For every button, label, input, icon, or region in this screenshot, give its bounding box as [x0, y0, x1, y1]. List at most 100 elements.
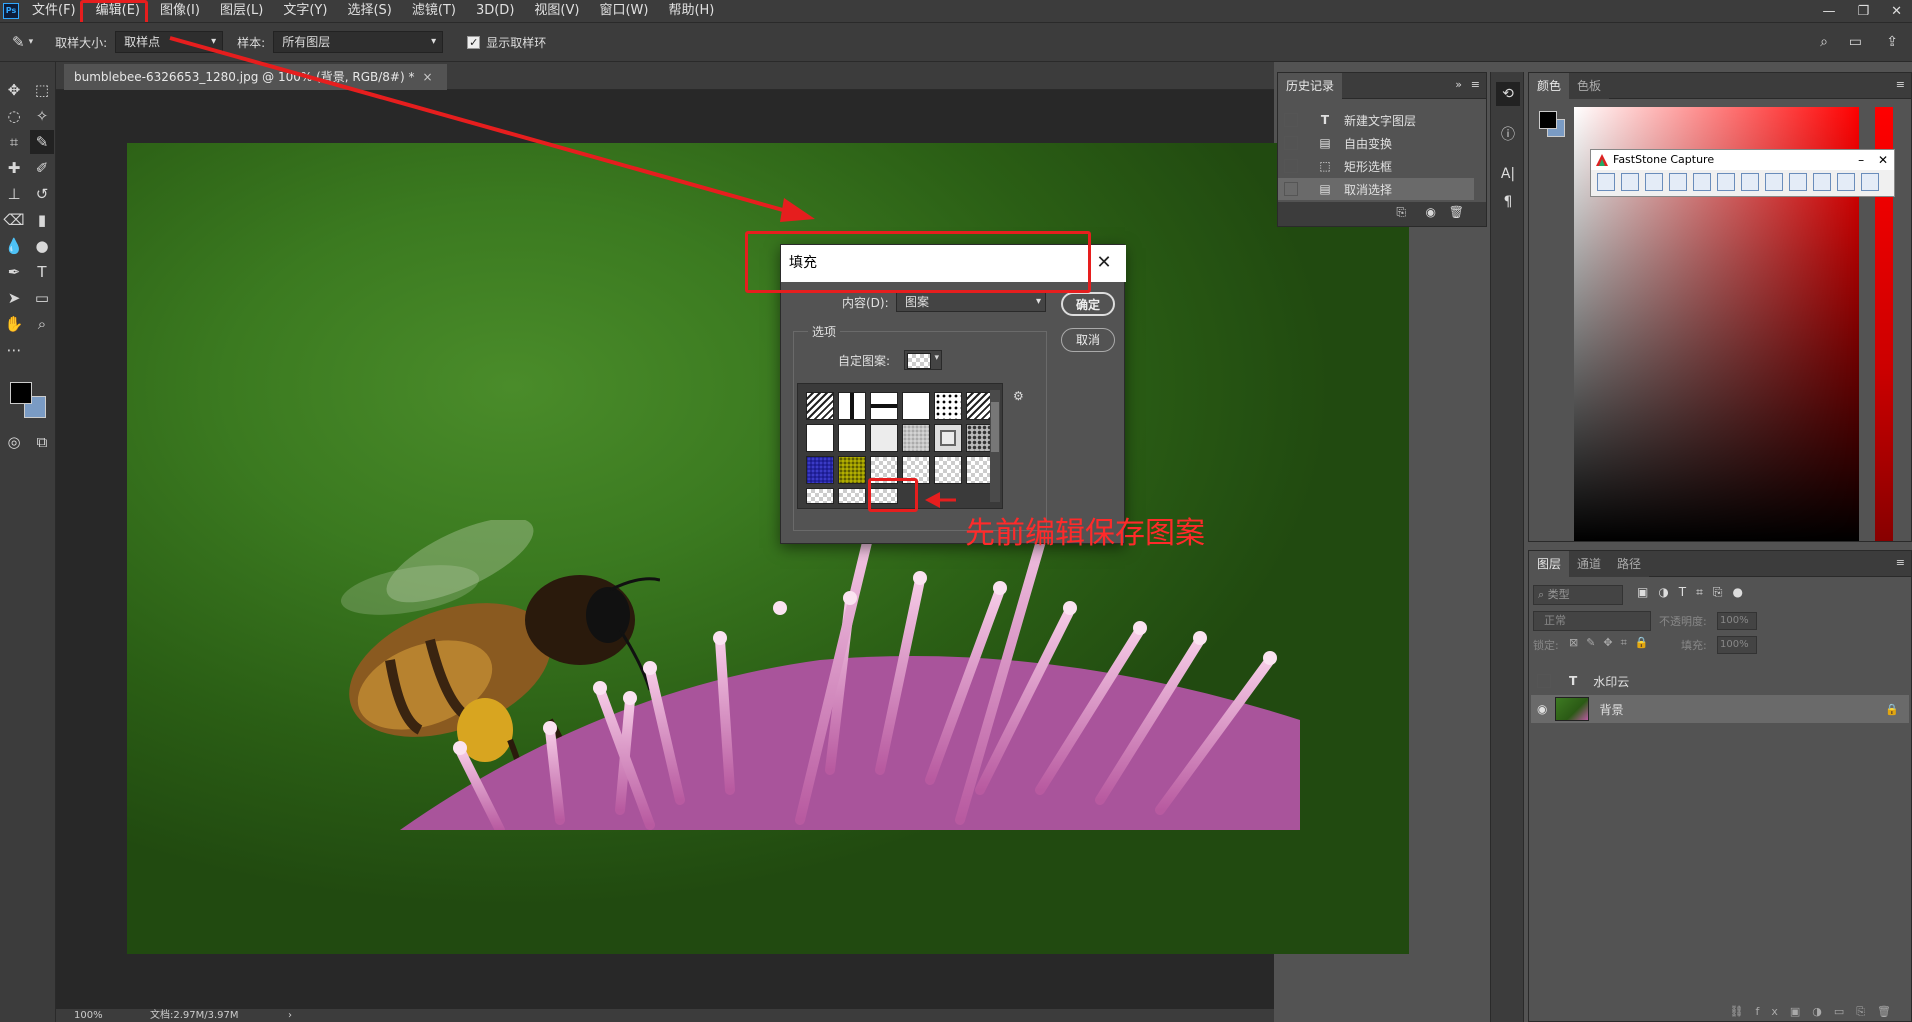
fill-field[interactable]: 100%: [1717, 636, 1757, 654]
capture-region-icon[interactable]: [1669, 173, 1687, 191]
panel-menu-icon[interactable]: ≡: [1896, 556, 1905, 569]
tab-history[interactable]: 历史记录: [1278, 73, 1343, 99]
history-snapshot-checkbox[interactable]: [1284, 159, 1298, 173]
capture-scroll-icon[interactable]: [1741, 173, 1759, 191]
pattern-swatch[interactable]: [838, 456, 866, 484]
lasso-tool-icon[interactable]: ◌: [2, 104, 26, 128]
history-brush-icon[interactable]: ↺: [30, 182, 54, 206]
history-item-active[interactable]: ▤ 取消选择: [1278, 178, 1474, 200]
rectangle-tool-icon[interactable]: ▭: [30, 286, 54, 310]
collapse-icon[interactable]: »: [1455, 78, 1462, 91]
zoom-tool-icon[interactable]: ⌕: [30, 312, 54, 336]
new-document-icon[interactable]: ⎘: [1396, 205, 1406, 220]
healing-brush-icon[interactable]: ✚: [2, 156, 26, 180]
pattern-swatch[interactable]: [870, 424, 898, 452]
tab-paths[interactable]: 路径: [1609, 551, 1650, 577]
pattern-swatch[interactable]: [934, 456, 962, 484]
capture-freehand-icon[interactable]: [1693, 173, 1711, 191]
tab-channels[interactable]: 通道: [1569, 551, 1610, 577]
history-panel-icon[interactable]: ⟲: [1496, 82, 1520, 106]
faststone-close-button[interactable]: ✕: [1878, 153, 1888, 167]
blur-tool-icon[interactable]: 💧: [2, 234, 26, 258]
close-tab-icon[interactable]: ×: [422, 70, 432, 84]
info-icon[interactable]: ⓘ: [1496, 122, 1520, 146]
layer-row[interactable]: T 水印云: [1531, 667, 1909, 695]
menu-window[interactable]: 窗口(W): [589, 0, 658, 22]
restore-button[interactable]: ❐: [1857, 4, 1869, 19]
share-icon[interactable]: ⇪: [1886, 34, 1898, 50]
more-tools-icon[interactable]: ⋯: [2, 338, 26, 362]
quick-mask-icon[interactable]: ◎: [2, 430, 26, 454]
pattern-swatch[interactable]: [838, 392, 866, 420]
lock-icons[interactable]: ⊠✎✥⌗🔒: [1569, 636, 1657, 650]
pen-tool-icon[interactable]: ✒: [2, 260, 26, 284]
pattern-swatch[interactable]: [870, 392, 898, 420]
pattern-swatch[interactable]: [806, 392, 834, 420]
open-icon[interactable]: [1597, 173, 1615, 191]
close-window-button[interactable]: ✕: [1891, 4, 1902, 19]
character-icon[interactable]: A|: [1496, 162, 1520, 186]
history-item[interactable]: ▤ 自由变换: [1278, 132, 1474, 154]
ok-button[interactable]: 确定: [1061, 292, 1115, 316]
faststone-titlebar[interactable]: FastStone Capture – ✕: [1591, 150, 1894, 170]
cancel-button[interactable]: 取消: [1061, 328, 1115, 352]
eye-icon[interactable]: ◉: [1537, 702, 1547, 716]
ruler-icon[interactable]: [1813, 173, 1831, 191]
move-tool-icon[interactable]: ✥: [2, 78, 26, 102]
magic-wand-icon[interactable]: ✧: [30, 104, 54, 128]
panel-menu-icon[interactable]: ≡: [1471, 78, 1480, 91]
camera-icon[interactable]: ◉: [1426, 205, 1436, 219]
foreground-color-swatch[interactable]: [10, 382, 32, 404]
history-item[interactable]: T 新建文字图层: [1278, 109, 1474, 131]
menu-layer[interactable]: 图层(L): [210, 0, 273, 22]
eraser-tool-icon[interactable]: ⌫: [2, 208, 26, 232]
pattern-swatch[interactable]: [838, 424, 866, 452]
menu-image[interactable]: 图像(I): [150, 0, 210, 22]
pattern-swatch[interactable]: [806, 424, 834, 452]
settings-icon[interactable]: [1861, 173, 1879, 191]
eyedropper-icon[interactable]: ✎: [12, 33, 25, 51]
search-icon[interactable]: ⌕: [1820, 34, 1828, 50]
tab-layers[interactable]: 图层: [1529, 551, 1570, 577]
pattern-swatch[interactable]: [806, 456, 834, 484]
show-ring-checkbox[interactable]: ✓: [467, 35, 481, 49]
menu-3d[interactable]: 3D(D): [466, 0, 524, 22]
pattern-grid-scrollbar[interactable]: [990, 390, 1000, 502]
gradient-tool-icon[interactable]: ▮: [30, 208, 54, 232]
visibility-toggle[interactable]: [1537, 674, 1551, 688]
sample-select[interactable]: 所有图层 ▾: [273, 31, 444, 53]
palette-icon[interactable]: [1837, 173, 1855, 191]
sample-size-select[interactable]: 取样点 ▾: [115, 31, 224, 53]
capture-window-icon[interactable]: [1621, 173, 1639, 191]
menu-file[interactable]: 文件(F): [22, 0, 86, 22]
tab-color[interactable]: 颜色: [1529, 73, 1570, 99]
type-tool-icon[interactable]: T: [30, 260, 54, 284]
marquee-tool-icon[interactable]: ⬚: [30, 78, 54, 102]
close-icon[interactable]: ✕: [1094, 253, 1114, 273]
color-picker-icon[interactable]: [1789, 173, 1807, 191]
paragraph-icon[interactable]: ¶: [1496, 190, 1520, 214]
foreground-color-swatch[interactable]: [1539, 111, 1557, 129]
zoom-level[interactable]: 100%: [74, 1009, 103, 1022]
pattern-swatch[interactable]: [934, 424, 962, 452]
history-item[interactable]: ⬚ 矩形选框: [1278, 155, 1474, 177]
panel-menu-icon[interactable]: ≡: [1896, 78, 1905, 91]
minimize-button[interactable]: —: [1822, 4, 1835, 19]
content-select[interactable]: 图案 ▾: [896, 292, 1046, 312]
layer-filter-select[interactable]: ⌕ 类型: [1533, 585, 1623, 605]
menu-select[interactable]: 选择(S): [337, 0, 401, 22]
capture-fullscreen-icon[interactable]: [1717, 173, 1735, 191]
path-select-icon[interactable]: ➤: [2, 286, 26, 310]
blend-mode-select[interactable]: 正常: [1533, 611, 1651, 631]
history-snapshot-checkbox[interactable]: [1284, 182, 1298, 196]
pattern-swatch[interactable]: [838, 488, 866, 504]
gear-icon[interactable]: ⚙: [1013, 389, 1024, 403]
screen-mode-icon[interactable]: ⧉: [30, 430, 54, 454]
history-snapshot-checkbox[interactable]: [1284, 113, 1298, 127]
menu-view[interactable]: 视图(V): [524, 0, 589, 22]
hand-tool-icon[interactable]: ✋: [2, 312, 26, 336]
eyedropper-tool-icon[interactable]: ✎: [30, 130, 54, 154]
layer-row-selected[interactable]: ◉ 背景 🔒: [1531, 695, 1909, 723]
crop-tool-icon[interactable]: ⌗: [2, 130, 26, 154]
opacity-field[interactable]: 100%: [1717, 612, 1757, 630]
